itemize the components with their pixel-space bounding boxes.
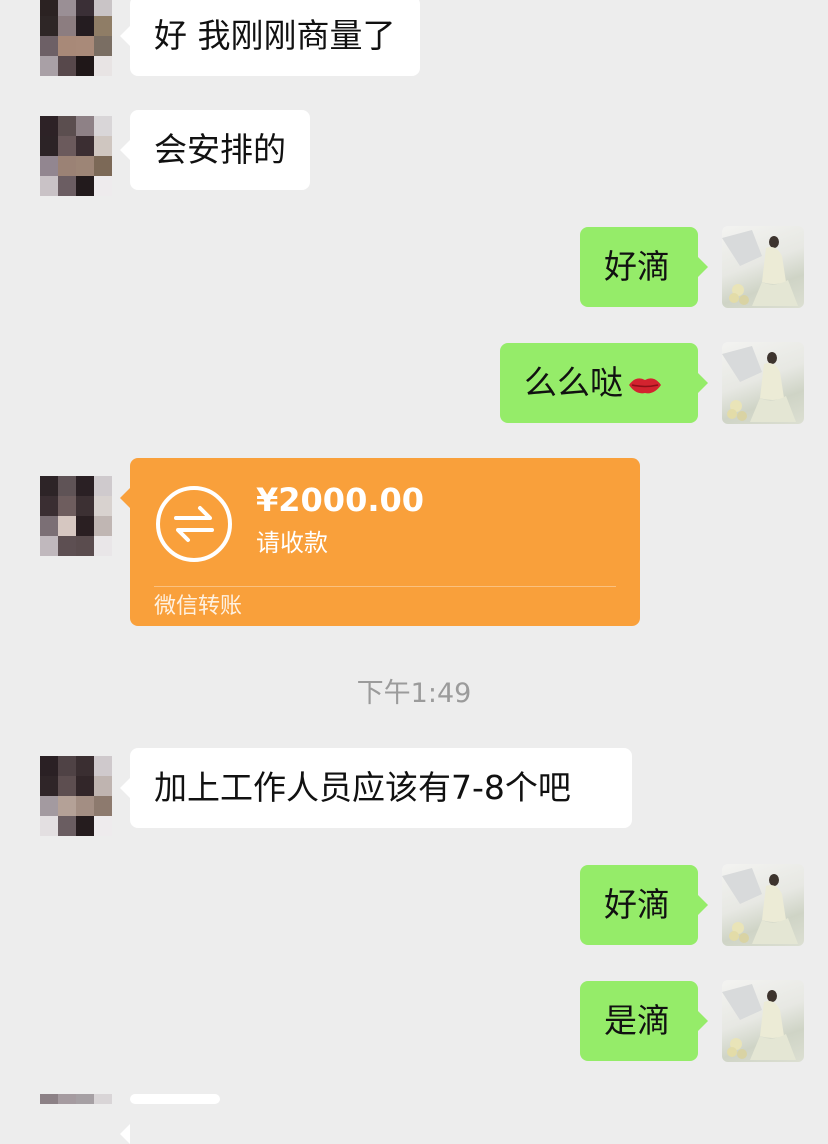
- message-text: 么么哒: [524, 363, 623, 402]
- outgoing-message-bubble[interactable]: 好滴: [580, 865, 708, 945]
- outgoing-message-bubble[interactable]: 么么哒: [500, 343, 708, 423]
- avatar[interactable]: [722, 980, 804, 1062]
- incoming-message-bubble[interactable]: 会安排的: [120, 110, 310, 190]
- transfer-arrows-icon: [156, 486, 232, 562]
- divider: [154, 586, 616, 587]
- avatar[interactable]: [40, 476, 112, 556]
- avatar[interactable]: [40, 1094, 112, 1104]
- incoming-message-bubble[interactable]: 好 我刚刚商量了: [120, 0, 420, 76]
- avatar[interactable]: [40, 116, 112, 196]
- outgoing-message-bubble[interactable]: 是滴: [580, 981, 708, 1061]
- transfer-footer-label: 微信转账: [154, 594, 243, 619]
- lips-emoji-icon: [629, 377, 661, 393]
- avatar[interactable]: [40, 0, 112, 76]
- timestamp: 下午1:49: [356, 678, 472, 709]
- avatar[interactable]: [722, 342, 804, 424]
- incoming-message-bubble[interactable]: 加上工作人员应该有7-8个吧: [120, 748, 632, 828]
- avatar[interactable]: [722, 864, 804, 946]
- incoming-message-bubble[interactable]: [120, 1094, 220, 1144]
- transfer-status: 请收款: [256, 529, 328, 557]
- transfer-amount: ¥2000.00: [256, 481, 425, 519]
- avatar[interactable]: [722, 226, 804, 308]
- avatar[interactable]: [40, 756, 112, 836]
- transfer-card[interactable]: ¥2000.00 请收款 微信转账: [120, 458, 640, 626]
- outgoing-message-bubble[interactable]: 好滴: [580, 227, 708, 307]
